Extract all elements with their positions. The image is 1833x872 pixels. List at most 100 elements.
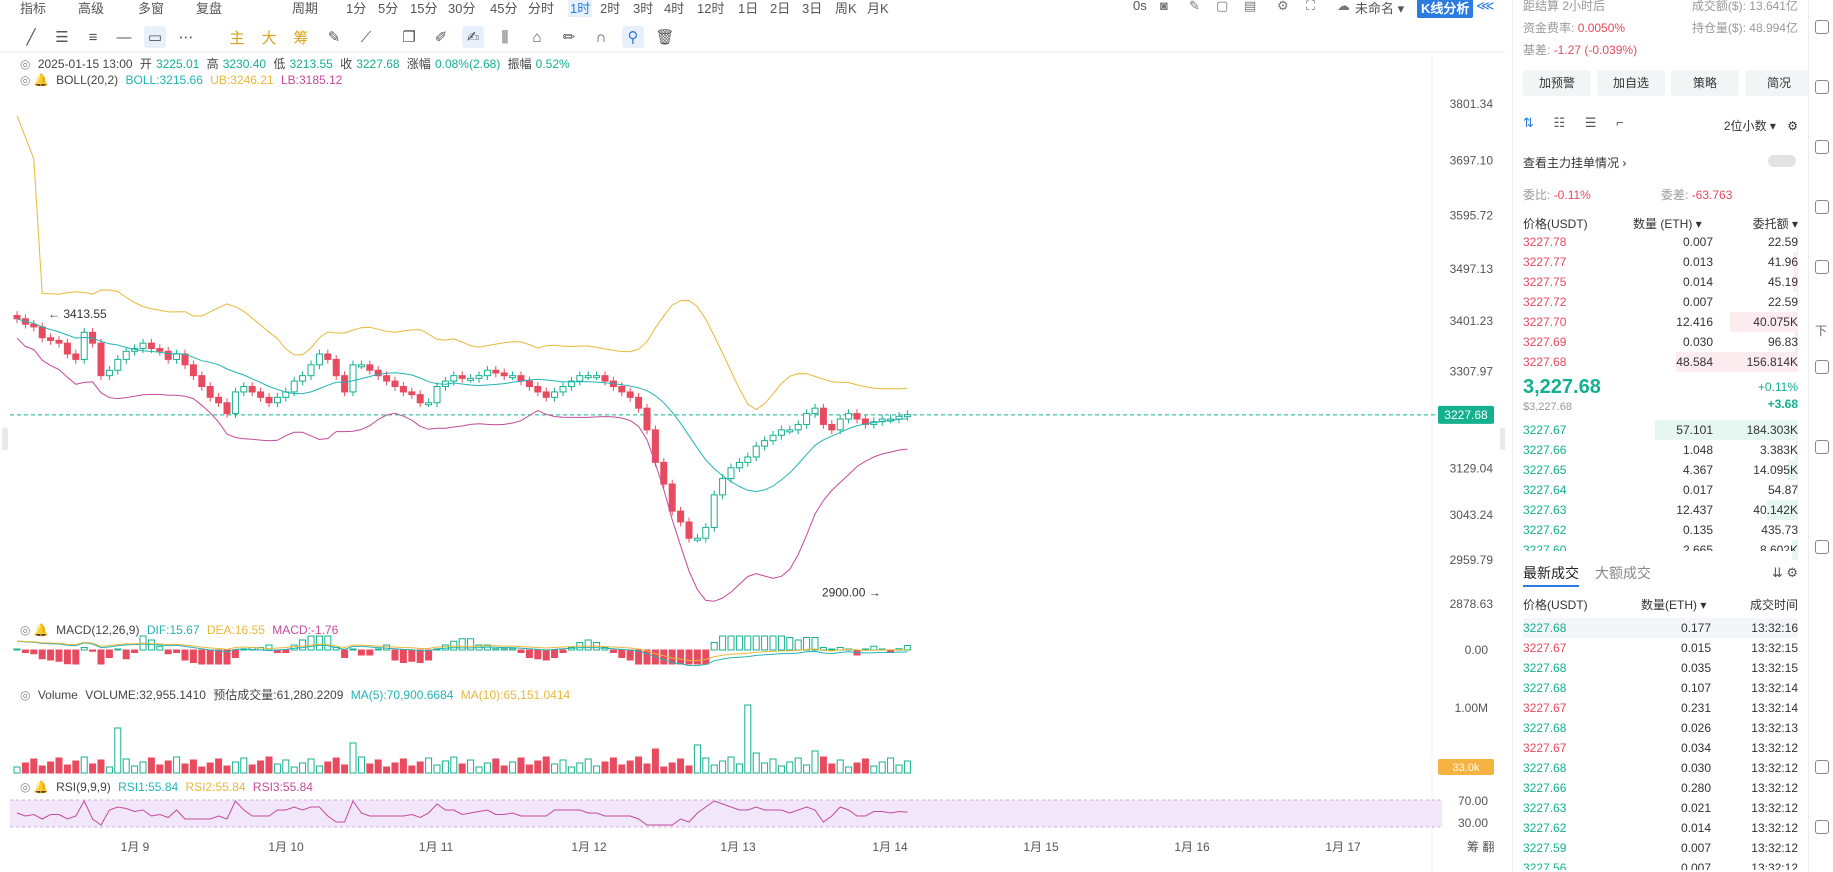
trade-price: 3227.67 [1523, 641, 1567, 655]
ob-bid-row[interactable]: 3227.65 4.367 14.095K [1523, 460, 1798, 480]
macd-bar [803, 637, 811, 651]
bid-amount: 54.87 [1767, 483, 1798, 497]
ob-mode-depth-icon[interactable]: ⌐ [1616, 115, 1624, 130]
rsi-toggle-icon[interactable]: ◎ 🔔 [20, 780, 49, 794]
volume-bar [282, 759, 290, 774]
macd-bar [416, 649, 424, 663]
volume-bar [357, 756, 365, 774]
main-order-toggle[interactable] [1768, 155, 1796, 167]
macd-bar [105, 649, 113, 658]
ob-bid-row[interactable]: 3227.64 0.017 54.87 [1523, 480, 1798, 500]
macd-bar [618, 649, 626, 658]
panel-icon-10[interactable] [1815, 820, 1829, 834]
ob-header: 价格(USDT) 数量 (ETH) ▾ 委托额 ▾ [1523, 215, 1798, 233]
trade-price: 3227.63 [1523, 801, 1567, 815]
macd-toggle-icon[interactable]: ◎ 🔔 [20, 623, 49, 637]
volume-bar [349, 742, 357, 774]
candle-body [500, 372, 508, 377]
trade-time: 13:32:14 [1751, 681, 1798, 695]
ob-bid-row[interactable]: 3227.63 12.437 40.142K [1523, 500, 1798, 520]
ob-head-qty[interactable]: 数量 (ETH) ▾ [1633, 215, 1702, 232]
ask-price: 3227.77 [1523, 255, 1567, 269]
trade-time: 13:32:12 [1751, 821, 1798, 835]
ob-ask-row[interactable]: 3227.77 0.013 41.96 [1523, 252, 1798, 272]
volume-bar [450, 756, 458, 774]
volume-bar [299, 762, 307, 774]
macd-bar [660, 649, 668, 665]
ob-mode-bid-icon[interactable]: ☷ [1554, 115, 1566, 130]
candle-body [181, 353, 189, 366]
ob-mode-both-icon[interactable]: ⇅ [1523, 115, 1534, 130]
ob-settings-icon[interactable]: ⚙ [1787, 119, 1798, 133]
candle-body [752, 445, 760, 458]
candle-body [525, 380, 533, 388]
panel-icon-2[interactable] [1815, 80, 1829, 94]
trade-tools[interactable]: ⇊ ⚙ [1772, 565, 1798, 581]
trade-head-qty[interactable]: 数量(ETH) ▾ [1641, 596, 1706, 613]
ob-ask-row[interactable]: 3227.68 48.584 156.814K [1523, 352, 1798, 372]
panel-icon-3[interactable] [1815, 140, 1829, 154]
panel-icon-6[interactable] [1815, 360, 1829, 374]
volume-toggle-icon[interactable]: ◎ [20, 688, 30, 702]
macd-bar [164, 649, 172, 655]
trade-settings-icon[interactable]: ⚙ [1786, 565, 1798, 580]
volume-bar [819, 756, 827, 774]
ob-bid-row[interactable]: 3227.66 1.048 3.383K [1523, 440, 1798, 460]
decimals-select[interactable]: 2位小数 ▾ ⚙ [1724, 117, 1798, 134]
macd-bar [719, 635, 727, 651]
panel-icon-5[interactable] [1815, 260, 1829, 274]
ob-bid-row[interactable]: 3227.60 2.665 8.602K [1523, 540, 1798, 551]
x-axis-label: 1月 10 [268, 840, 304, 854]
candle-body [416, 394, 424, 404]
volume-bar [475, 766, 483, 774]
ob-head-amount[interactable]: 委托额 ▾ [1753, 215, 1798, 232]
panel-button-3[interactable]: 简况 [1745, 70, 1813, 96]
trade-row: 3227.68 0.026 13:32:13 [1523, 718, 1798, 738]
ob-ask-row[interactable]: 3227.70 12.416 40.075K [1523, 312, 1798, 332]
volume-legend: ◎ Volume VOLUME:32,955.1410 预估成交量:61,280… [20, 686, 574, 703]
ob-ask-row[interactable]: 3227.69 0.030 96.83 [1523, 332, 1798, 352]
panel-button-2[interactable]: 策略 [1671, 70, 1739, 96]
candle-body [290, 380, 298, 393]
macd-bar [383, 644, 391, 651]
panel-icon-4[interactable] [1815, 200, 1829, 214]
kline-chart[interactable]: 3801.34 3697.10 3595.72 3497.13 3401.23 3307.… [0, 0, 1505, 872]
candle-body [223, 402, 231, 415]
volume-bar [685, 765, 693, 774]
ob-bid-row[interactable]: 3227.67 57.101 184.303K [1523, 420, 1798, 440]
ask-qty: 0.007 [1682, 235, 1713, 249]
macd-bar [735, 635, 743, 651]
ask-amount: 22.59 [1767, 295, 1798, 309]
panel-icon-1[interactable] [1815, 20, 1829, 34]
panel-button-0[interactable]: 加预警 [1523, 70, 1591, 96]
panel-icon-9[interactable] [1815, 760, 1829, 774]
panel-icon-8[interactable] [1815, 540, 1829, 554]
info-value2: 13.641亿 [1749, 0, 1798, 13]
ask-qty: 12.416 [1676, 315, 1713, 329]
ob-ask-row[interactable]: 3227.72 0.007 22.59 [1523, 292, 1798, 312]
tab-large-trades[interactable]: 大额成交 [1595, 565, 1651, 581]
ob-ask-row[interactable]: 3227.75 0.014 45.19 [1523, 272, 1798, 292]
volume-bar [903, 760, 911, 774]
bid-price: 3227.65 [1523, 463, 1567, 477]
macd-bar [752, 635, 760, 651]
panel-button-1[interactable]: 加自选 [1597, 70, 1665, 96]
volume-bar [878, 761, 886, 774]
panel-icon-7[interactable] [1815, 440, 1829, 454]
main-order-link[interactable]: 查看主力挂单情况 › [1523, 154, 1626, 171]
right-panel: 距结算 2小时后 成交额($): 13.641亿 资金费率: 0.0050% 持仓量(… [1512, 0, 1813, 872]
macd-bar [89, 649, 97, 652]
volume-bar [576, 762, 584, 774]
tab-latest-trades[interactable]: 最新成交 [1523, 565, 1579, 587]
high-mark: ← 3413.55 [48, 307, 107, 321]
ob-mode-ask-icon[interactable]: ☰ [1585, 115, 1597, 130]
ob-bid-row[interactable]: 3227.62 0.135 435.73 [1523, 520, 1798, 540]
macd-bar [122, 649, 130, 660]
candle-body [458, 375, 466, 379]
volume-bar [173, 756, 181, 774]
ob-ask-row[interactable]: 3227.78 0.007 22.59 [1523, 232, 1798, 252]
trade-time: 13:32:13 [1751, 721, 1798, 735]
ask-qty: 0.014 [1682, 275, 1713, 289]
last-chg-box: +3.68 [1768, 397, 1798, 411]
volume-bar [231, 761, 239, 774]
